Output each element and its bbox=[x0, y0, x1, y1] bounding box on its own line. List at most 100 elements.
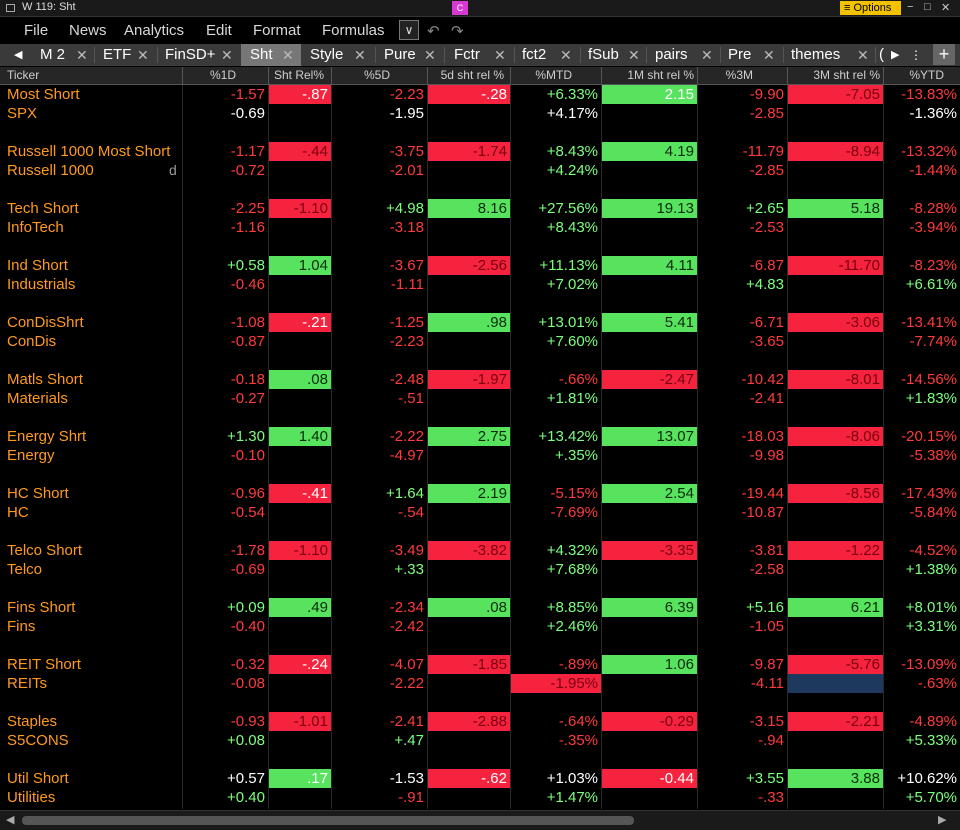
table-cell[interactable]: +2.46% bbox=[511, 617, 601, 636]
table-cell[interactable] bbox=[428, 104, 510, 123]
table-cell[interactable] bbox=[602, 788, 697, 807]
table-cell[interactable] bbox=[428, 161, 510, 180]
table-cell[interactable]: 4.19 bbox=[602, 142, 697, 161]
table-cell[interactable]: -1.10 bbox=[269, 199, 331, 218]
table-cell[interactable] bbox=[602, 275, 697, 294]
ticker-name[interactable]: Utilities bbox=[7, 788, 55, 807]
table-cell[interactable]: -.24 bbox=[269, 655, 331, 674]
table-row[interactable]: Russell 1000 Most Short -1.17 -.44 -3.75 -1.… bbox=[0, 142, 960, 161]
column-header[interactable]: %1D bbox=[183, 68, 236, 82]
table-cell[interactable]: -1.25 bbox=[332, 313, 427, 332]
table-cell[interactable] bbox=[269, 731, 331, 750]
table-cell[interactable]: -8.06 bbox=[788, 427, 883, 446]
table-row[interactable]: REIT Short -0.32 -.24 -4.07 -1.85 -.89% 1.06 -9… bbox=[0, 655, 960, 674]
table-row[interactable]: Most Short -1.57 -.87 -2.23 -.28 +6.33% 2.15 -9… bbox=[0, 85, 960, 104]
table-cell[interactable]: -2.56 bbox=[428, 256, 510, 275]
tab-close-icon[interactable]: ✕ bbox=[76, 44, 88, 66]
table-cell[interactable]: +1.81% bbox=[511, 389, 601, 408]
table-cell[interactable]: -6.87 bbox=[698, 256, 787, 275]
table-cell[interactable]: -5.84% bbox=[884, 503, 960, 522]
column-header[interactable]: 3M sht rel % bbox=[788, 68, 880, 82]
table-cell[interactable]: -.28 bbox=[428, 85, 510, 104]
ticker-name[interactable]: REITs bbox=[7, 674, 47, 693]
table-cell[interactable]: +1.83% bbox=[884, 389, 960, 408]
table-cell[interactable]: .08 bbox=[428, 598, 510, 617]
table-cell[interactable]: -3.67 bbox=[332, 256, 427, 275]
table-cell[interactable]: 1.06 bbox=[602, 655, 697, 674]
table-row[interactable]: ConDis -0.87 -2.23 +7.60% -3.65 -7.74% bbox=[0, 332, 960, 351]
table-cell[interactable]: +.35% bbox=[511, 446, 601, 465]
table-cell[interactable]: +1.38% bbox=[884, 560, 960, 579]
horizontal-scrollbar[interactable]: ◀ ▶ bbox=[0, 810, 960, 830]
table-row[interactable]: SPX -0.69 -1.95 +4.17% -2.85 -1.36% bbox=[0, 104, 960, 123]
table-cell[interactable] bbox=[428, 218, 510, 237]
table-cell[interactable] bbox=[788, 104, 883, 123]
table-cell[interactable]: -.21 bbox=[269, 313, 331, 332]
undo-icon[interactable]: ↶ bbox=[427, 22, 440, 40]
table-cell[interactable]: -1.85 bbox=[428, 655, 510, 674]
table-cell[interactable] bbox=[269, 161, 331, 180]
table-cell[interactable]: -3.81 bbox=[698, 541, 787, 560]
tab-scroll-right-icon[interactable]: ▶ bbox=[891, 44, 899, 66]
ticker-name[interactable]: Matls Short bbox=[7, 370, 83, 389]
table-row[interactable]: HC Short -0.96 -.41 +1.64 2.19 -5.15% 2.54 -19.… bbox=[0, 484, 960, 503]
table-cell[interactable]: -.89% bbox=[511, 655, 601, 674]
table-cell[interactable]: -8.94 bbox=[788, 142, 883, 161]
table-cell[interactable]: -13.41% bbox=[884, 313, 960, 332]
ticker-name[interactable]: HC bbox=[7, 503, 29, 522]
ticker-name[interactable]: REIT Short bbox=[7, 655, 81, 674]
table-cell[interactable]: -1.17 bbox=[183, 142, 268, 161]
table-cell[interactable]: -17.43% bbox=[884, 484, 960, 503]
table-cell[interactable]: 8.16 bbox=[428, 199, 510, 218]
table-cell[interactable]: -.64% bbox=[511, 712, 601, 731]
table-cell[interactable]: -2.22 bbox=[332, 427, 427, 446]
table-cell[interactable]: -.62 bbox=[428, 769, 510, 788]
table-cell[interactable]: -3.15 bbox=[698, 712, 787, 731]
table-cell[interactable]: 3.88 bbox=[788, 769, 883, 788]
tab-close-icon[interactable]: ✕ bbox=[221, 44, 233, 66]
table-cell[interactable] bbox=[269, 503, 331, 522]
table-cell[interactable]: 5.18 bbox=[788, 199, 883, 218]
table-cell[interactable]: -.66% bbox=[511, 370, 601, 389]
tab-close-icon[interactable]: ✕ bbox=[857, 44, 869, 66]
ticker-name[interactable]: Energy bbox=[7, 446, 55, 465]
table-cell[interactable]: +8.43% bbox=[511, 218, 601, 237]
table-cell[interactable]: +6.61% bbox=[884, 275, 960, 294]
column-header[interactable]: %YTD bbox=[884, 68, 944, 82]
scrollbar-thumb[interactable] bbox=[22, 816, 634, 825]
table-cell[interactable]: -0.40 bbox=[183, 617, 268, 636]
table-cell[interactable]: +0.40 bbox=[183, 788, 268, 807]
table-cell[interactable]: -1.95% bbox=[511, 674, 601, 693]
table-cell[interactable]: -0.69 bbox=[183, 104, 268, 123]
scroll-right-icon[interactable]: ▶ bbox=[938, 813, 946, 826]
tab-overflow[interactable]: ( bbox=[876, 44, 886, 66]
tab-close-icon[interactable]: ✕ bbox=[701, 44, 713, 66]
table-row[interactable]: Tech Short -2.25 -1.10 +4.98 8.16 +27.56% 19.1… bbox=[0, 199, 960, 218]
table-cell[interactable]: +4.98 bbox=[332, 199, 427, 218]
table-cell[interactable] bbox=[602, 560, 697, 579]
table-cell[interactable]: -19.44 bbox=[698, 484, 787, 503]
table-cell[interactable]: +8.85% bbox=[511, 598, 601, 617]
column-header[interactable]: Sht Rel% bbox=[268, 68, 324, 82]
table-cell[interactable]: -8.28% bbox=[884, 199, 960, 218]
table-cell[interactable]: +1.30 bbox=[183, 427, 268, 446]
tab-fct2[interactable]: fct2 ✕ bbox=[516, 44, 579, 66]
add-tab-button[interactable]: + bbox=[933, 44, 955, 65]
table-cell[interactable] bbox=[602, 389, 697, 408]
table-cell[interactable]: -8.01 bbox=[788, 370, 883, 389]
ticker-name[interactable]: Russell 1000 Most Short bbox=[7, 142, 170, 161]
table-cell[interactable]: -1.74 bbox=[428, 142, 510, 161]
table-row[interactable]: HC -0.54 -.54 -7.69% -10.87 -5.84% bbox=[0, 503, 960, 522]
menu-news[interactable]: News bbox=[69, 22, 107, 39]
table-cell[interactable]: -2.22 bbox=[332, 674, 427, 693]
table-cell[interactable]: -2.42 bbox=[332, 617, 427, 636]
table-cell[interactable]: 19.13 bbox=[602, 199, 697, 218]
table-cell[interactable]: -6.71 bbox=[698, 313, 787, 332]
tab-fsub[interactable]: fSub ✕ bbox=[582, 44, 645, 66]
table-cell[interactable]: +7.02% bbox=[511, 275, 601, 294]
table-cell[interactable] bbox=[788, 218, 883, 237]
table-cell[interactable]: -0.93 bbox=[183, 712, 268, 731]
minimize-icon[interactable]: − bbox=[907, 1, 913, 13]
table-cell[interactable]: .17 bbox=[269, 769, 331, 788]
table-cell[interactable]: -0.44 bbox=[602, 769, 697, 788]
